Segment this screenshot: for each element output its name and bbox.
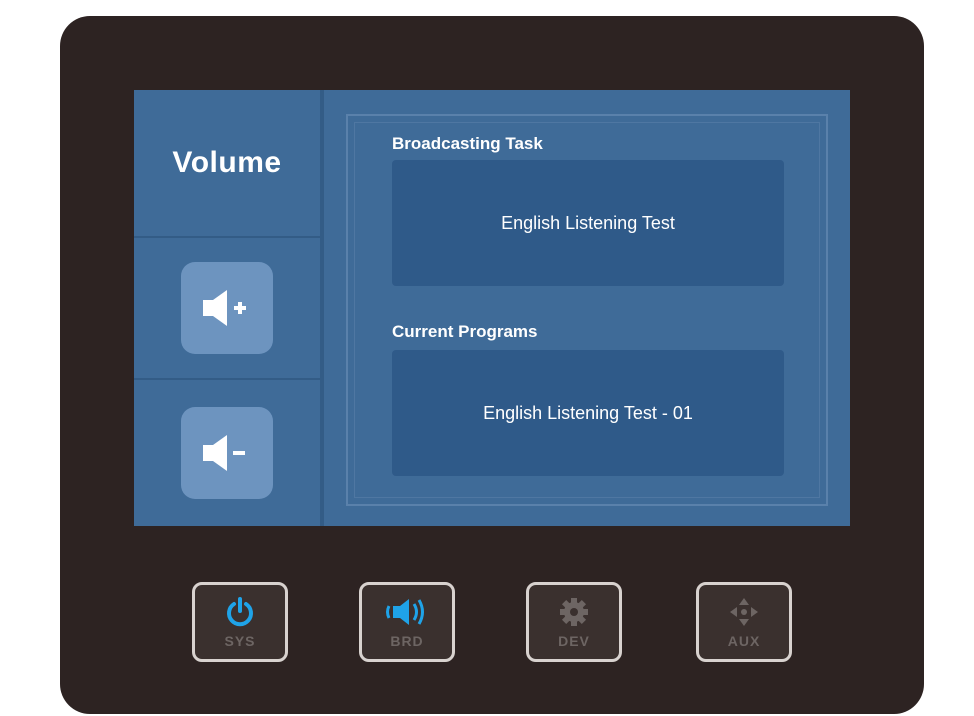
broadcasting-task-box: English Listening Test bbox=[392, 160, 784, 286]
dev-button[interactable]: DEV bbox=[526, 582, 622, 662]
volume-up-cell bbox=[134, 238, 320, 380]
sys-button[interactable]: SYS bbox=[192, 582, 288, 662]
dpad-icon bbox=[730, 598, 758, 626]
speaker-minus-icon bbox=[203, 435, 245, 471]
volume-sidebar: Volume bbox=[134, 90, 324, 526]
sys-button-label: SYS bbox=[224, 633, 256, 649]
aux-button-label: AUX bbox=[727, 633, 761, 649]
volume-down-cell bbox=[134, 380, 320, 526]
volume-up-button[interactable] bbox=[181, 262, 273, 354]
device-overlay: Volume Broadcasting Task English Listeni… bbox=[60, 16, 924, 714]
gear-icon bbox=[560, 598, 588, 626]
brd-button[interactable]: BRD bbox=[359, 582, 455, 662]
power-icon bbox=[227, 597, 253, 627]
current-programs-box: English Listening Test - 01 bbox=[392, 350, 784, 476]
speaker-plus-icon bbox=[203, 290, 246, 326]
dev-button-label: DEV bbox=[558, 633, 590, 649]
content-panel: Broadcasting Task English Listening Test… bbox=[346, 114, 828, 506]
broadcasting-task-label: Broadcasting Task bbox=[392, 134, 543, 153]
broadcast-icon bbox=[386, 599, 424, 625]
brd-button-label: BRD bbox=[390, 633, 424, 649]
current-programs-value: English Listening Test - 01 bbox=[483, 402, 693, 423]
touch-screen: Volume Broadcasting Task English Listeni… bbox=[134, 90, 850, 526]
volume-title-cell: Volume bbox=[134, 90, 320, 238]
aux-button[interactable]: AUX bbox=[696, 582, 792, 662]
volume-down-button[interactable] bbox=[181, 407, 273, 499]
current-programs-label: Current Programs bbox=[392, 322, 538, 341]
volume-title: Volume bbox=[172, 146, 282, 179]
broadcasting-task-value: English Listening Test bbox=[501, 212, 675, 233]
